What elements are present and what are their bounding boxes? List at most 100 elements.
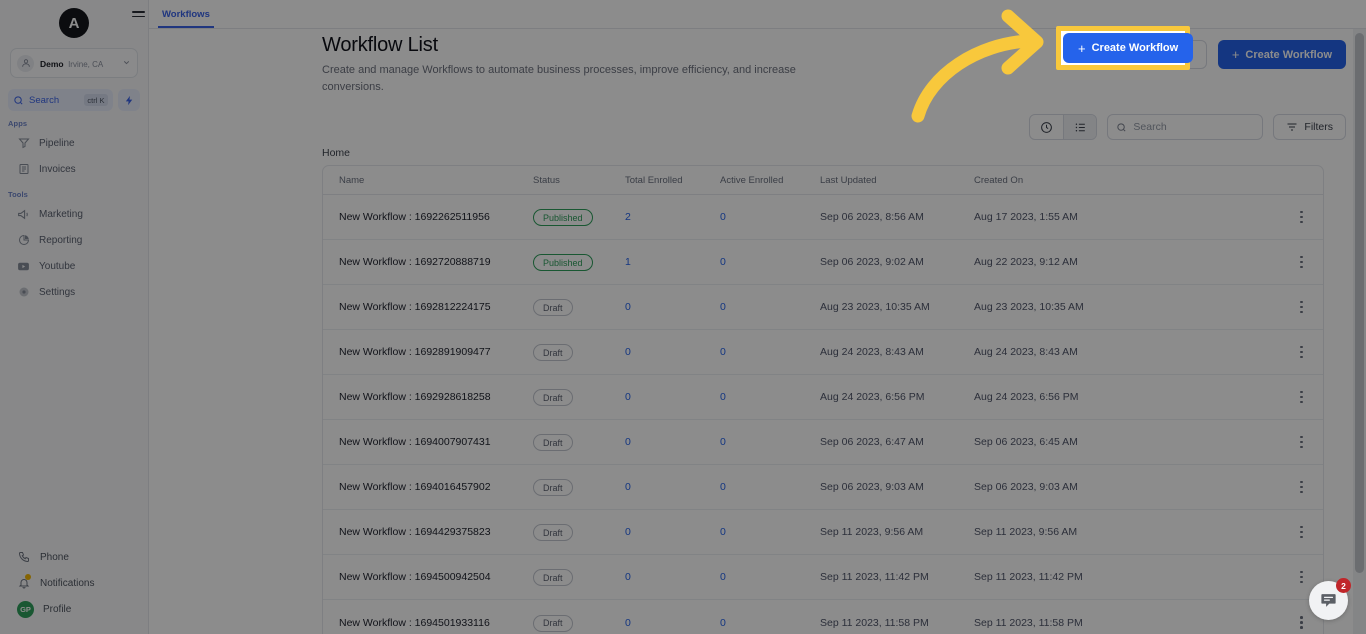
chat-widget-button[interactable]: 2	[1309, 578, 1351, 620]
sidebar-item-label: Marketing	[39, 208, 83, 220]
search-shortcut-badge: ctrl K	[83, 94, 108, 106]
row-last-updated: Sep 11 2023, 11:58 PM	[820, 616, 929, 629]
row-last-updated: Aug 23 2023, 10:35 AM	[820, 301, 930, 313]
column-header-last-updated: Last Updated	[820, 174, 877, 186]
account-name: Demo	[40, 59, 64, 70]
kebab-menu-icon[interactable]	[1294, 478, 1309, 497]
status-badge: Draft	[533, 389, 573, 407]
kebab-menu-icon[interactable]	[1294, 388, 1309, 407]
sidebar-item-pipeline[interactable]: Pipeline	[0, 130, 148, 156]
row-status: Published	[533, 208, 625, 227]
row-active-enrolled[interactable]: 0	[720, 346, 820, 358]
table-row[interactable]: New Workflow : 1694501933116 Draft 0 0 Sep 1…	[323, 600, 1323, 634]
sidebar-item-reporting[interactable]: Reporting	[0, 227, 148, 253]
row-actions	[1144, 343, 1309, 362]
table-row[interactable]: New Workflow : 1694500942504 Draft 0 0 Sep 1…	[323, 555, 1323, 600]
row-created-on: Aug 24 2023, 8:43 AM	[974, 346, 1078, 358]
sidebar-item-label: Pipeline	[39, 137, 75, 149]
row-active-enrolled[interactable]: 0	[720, 301, 820, 313]
row-status: Draft	[533, 613, 625, 632]
sidebar-item-marketing[interactable]: Marketing	[0, 201, 148, 227]
row-created-on: Sep 06 2023, 6:45 AM	[974, 436, 1078, 448]
table-row[interactable]: New Workflow : 1692262511956 Published 2 0 S…	[323, 195, 1323, 240]
row-total-enrolled[interactable]: 0	[625, 301, 720, 313]
row-active-enrolled[interactable]: 0	[720, 391, 820, 403]
kebab-menu-icon[interactable]	[1294, 523, 1309, 542]
status-badge: Published	[533, 209, 593, 227]
row-actions	[1144, 568, 1309, 587]
row-status: Published	[533, 253, 625, 272]
notification-dot	[25, 574, 31, 580]
search-input[interactable]: Search	[1107, 114, 1264, 140]
table-row[interactable]: New Workflow : 1694429375823 Draft 0 0 Sep 1…	[323, 510, 1323, 555]
kebab-menu-icon[interactable]	[1294, 433, 1309, 452]
sidebar-bottom-group: Phone Notifications GP Profile	[0, 544, 148, 622]
table-row[interactable]: New Workflow : 1694007907431 Draft 0 0 Sep 0…	[323, 420, 1323, 465]
create-workflow-label: Create Workflow	[1245, 48, 1332, 61]
row-active-enrolled[interactable]: 0	[720, 617, 820, 629]
row-total-enrolled[interactable]: 0	[625, 571, 720, 583]
row-active-enrolled[interactable]: 0	[720, 436, 820, 448]
page-scrollbar-thumb[interactable]	[1355, 33, 1364, 573]
row-active-enrolled[interactable]: 0	[720, 571, 820, 583]
create-folder-button[interactable]: Create Folder	[1096, 40, 1207, 69]
kebab-menu-icon[interactable]	[1294, 253, 1309, 272]
clock-icon[interactable]	[1030, 115, 1063, 139]
row-name: New Workflow : 1692720888719	[339, 256, 491, 268]
row-total-enrolled[interactable]: 0	[625, 526, 720, 538]
kebab-menu-icon[interactable]	[1294, 208, 1309, 227]
view-toggle-group	[1029, 114, 1098, 140]
row-total-enrolled[interactable]: 0	[625, 481, 720, 493]
filters-button[interactable]: Filters	[1273, 114, 1346, 140]
sidebar-item-label: Settings	[39, 286, 76, 298]
row-total-enrolled[interactable]: 0	[625, 436, 720, 448]
row-name: New Workflow : 1694429375823	[339, 526, 491, 538]
kebab-menu-icon[interactable]	[1294, 343, 1309, 362]
row-total-enrolled[interactable]: 0	[625, 617, 720, 629]
row-total-enrolled[interactable]: 0	[625, 346, 720, 358]
sidebar-item-phone[interactable]: Phone	[0, 544, 148, 570]
tab-workflows[interactable]: Workflows	[158, 9, 214, 28]
sidebar-item-label: Phone	[40, 551, 69, 563]
row-active-enrolled[interactable]: 0	[720, 526, 820, 538]
status-badge: Draft	[533, 299, 573, 317]
table-row[interactable]: New Workflow : 1692812224175 Draft 0 0 Aug 2…	[323, 285, 1323, 330]
row-status: Draft	[533, 478, 625, 497]
sidebar-item-profile[interactable]: GP Profile	[0, 596, 148, 622]
app-logo[interactable]: A	[59, 8, 89, 38]
sidebar-item-settings[interactable]: Settings	[0, 279, 148, 305]
row-active-enrolled[interactable]: 0	[720, 211, 820, 223]
list-view-icon[interactable]	[1063, 115, 1097, 139]
row-active-enrolled[interactable]: 0	[720, 256, 820, 268]
row-status: Draft	[533, 433, 625, 452]
search-input[interactable]: Search ctrl K	[8, 89, 113, 111]
row-total-enrolled[interactable]: 2	[625, 211, 720, 223]
sidebar-item-youtube[interactable]: Youtube	[0, 253, 148, 279]
kebab-menu-icon[interactable]	[1294, 568, 1309, 587]
row-total-enrolled[interactable]: 1	[625, 256, 720, 268]
chat-bubble-icon	[1319, 591, 1338, 610]
table-row[interactable]: New Workflow : 1692720888719 Published 1 0 S…	[323, 240, 1323, 285]
account-switcher[interactable]: Demo Irvine, CA	[10, 48, 138, 78]
table-row[interactable]: New Workflow : 1692928618258 Draft 0 0 Aug 2…	[323, 375, 1323, 420]
row-active-enrolled[interactable]: 0	[720, 481, 820, 493]
sidebar-item-invoices[interactable]: Invoices	[0, 156, 148, 182]
hamburger-menu-icon[interactable]	[132, 11, 146, 18]
table-row[interactable]: New Workflow : 1694016457902 Draft 0 0 Sep 0…	[323, 465, 1323, 510]
kebab-menu-icon[interactable]	[1294, 298, 1309, 317]
gear-icon	[17, 286, 30, 299]
lightning-bolt-icon[interactable]	[118, 89, 140, 111]
search-placeholder: Search	[1133, 121, 1167, 133]
row-name: New Workflow : 1692891909477	[339, 346, 491, 358]
row-name: New Workflow : 1692928618258	[339, 391, 491, 403]
kebab-menu-icon[interactable]	[1294, 613, 1309, 632]
search-icon	[13, 95, 24, 106]
column-header-status: Status	[533, 174, 560, 186]
status-badge: Draft	[533, 434, 573, 452]
funnel-icon	[17, 137, 30, 150]
sidebar-item-notifications[interactable]: Notifications	[0, 570, 148, 596]
breadcrumb[interactable]: Home	[322, 147, 350, 159]
create-workflow-button[interactable]: + Create Workflow	[1217, 40, 1346, 69]
table-row[interactable]: New Workflow : 1692891909477 Draft 0 0 Aug 2…	[323, 330, 1323, 375]
row-total-enrolled[interactable]: 0	[625, 391, 720, 403]
